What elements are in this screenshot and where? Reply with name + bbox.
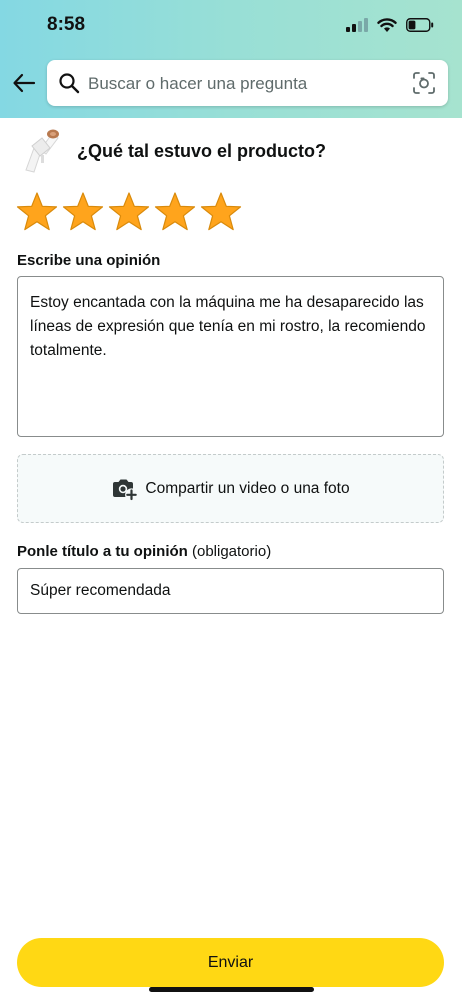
search-icon — [59, 73, 80, 94]
review-label: Escribe una opinión — [17, 252, 161, 269]
signal-icon — [346, 18, 368, 32]
status-icons — [346, 15, 434, 35]
star-icon[interactable] — [199, 190, 243, 234]
star-icon[interactable] — [153, 190, 197, 234]
required-note: (obligatorio) — [191, 543, 272, 560]
search-input[interactable]: Buscar o hacer una pregunta — [47, 60, 448, 106]
camera-plus-icon — [113, 479, 138, 500]
title-label-text: Ponle título a tu opinión — [17, 543, 188, 560]
star-icon[interactable] — [15, 190, 59, 234]
product-thumbnail — [25, 129, 59, 173]
arrow-left-icon[interactable] — [11, 70, 37, 96]
share-media-label: Compartir un video o una foto — [145, 479, 350, 497]
submit-button[interactable]: Enviar — [17, 938, 444, 987]
home-indicator — [149, 987, 314, 992]
title-input[interactable]: Súper recomendada — [17, 568, 444, 614]
lens-icon[interactable] — [412, 71, 436, 95]
share-media-button[interactable]: Compartir un video o una foto — [17, 454, 444, 523]
star-icon[interactable] — [61, 190, 105, 234]
search-placeholder: Buscar o hacer una pregunta — [88, 74, 308, 93]
star-icon[interactable] — [107, 190, 151, 234]
star-rating[interactable] — [15, 190, 243, 234]
review-textarea[interactable]: Estoy encantada con la máquina me ha des… — [17, 276, 444, 437]
product-question: ¿Qué tal estuvo el producto? — [77, 141, 327, 161]
title-label: Ponle título a tu opinión (obligatorio) — [17, 543, 271, 560]
wifi-icon — [377, 17, 397, 32]
battery-icon — [406, 18, 434, 32]
product-row: ¿Qué tal estuvo el producto? — [20, 124, 440, 176]
top-header: 8:58 Buscar o hacer una pregunta — [0, 0, 462, 118]
status-time: 8:58 — [47, 14, 86, 35]
